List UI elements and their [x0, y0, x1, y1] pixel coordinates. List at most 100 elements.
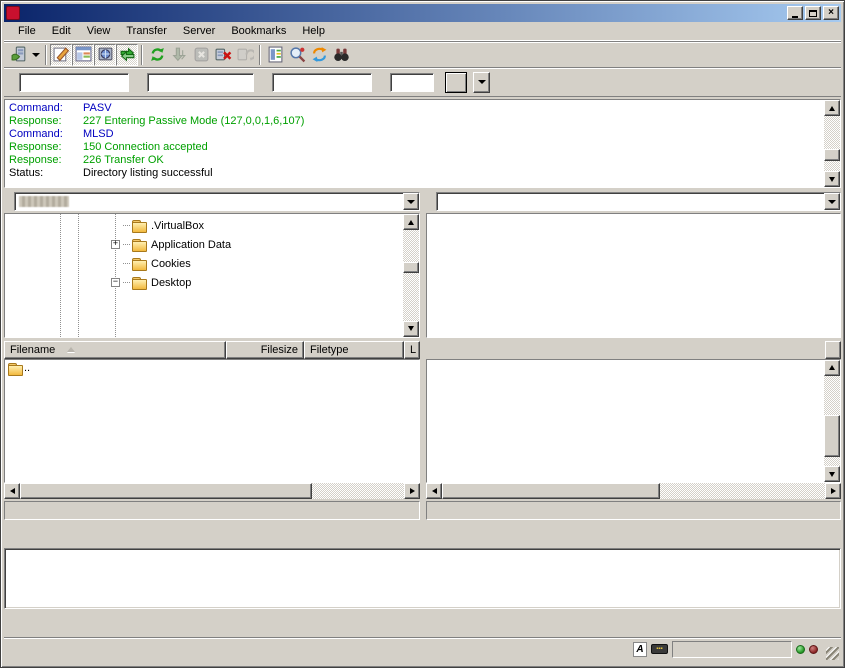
menu-item[interactable]: File — [10, 23, 44, 39]
toggle-remote-tree-button[interactable] — [94, 44, 116, 66]
directory-comparison-button[interactable] — [286, 44, 308, 66]
log-line-label: Response: — [9, 115, 83, 128]
scroll-down-button[interactable] — [824, 466, 840, 482]
tree-item[interactable]: Cookies — [5, 254, 403, 273]
column-header[interactable]: Filetype — [304, 341, 404, 359]
disconnect-button[interactable] — [212, 44, 234, 66]
scroll-up-button[interactable] — [824, 360, 840, 376]
scroll-right-button[interactable] — [404, 483, 420, 499]
column-header[interactable]: Filesize — [226, 341, 304, 359]
tree-item[interactable]: Desktop — [5, 273, 403, 292]
quickconnect-button[interactable] — [445, 72, 467, 93]
scrollbar-thumb[interactable] — [824, 415, 840, 457]
arrow-up-icon — [408, 220, 414, 225]
log-line-label: Response: — [9, 154, 83, 167]
toggle-message-log-button[interactable] — [50, 44, 72, 66]
scrollbar-thumb[interactable] — [824, 149, 840, 161]
scroll-down-button[interactable] — [403, 321, 419, 337]
cancel-button[interactable] — [190, 44, 212, 66]
scroll-left-button[interactable] — [4, 483, 20, 499]
tree-item[interactable]: Application Data — [5, 235, 403, 254]
arrow-down-icon — [829, 177, 835, 182]
scrollbar-thumb[interactable] — [20, 483, 312, 499]
remote-pane — [426, 191, 841, 520]
message-log-icon — [53, 46, 70, 63]
log-line-text: MLSD — [83, 128, 114, 141]
column-header[interactable]: Filename — [4, 341, 226, 359]
log-line: Command: MLSD — [9, 128, 824, 141]
chevron-down-icon — [32, 53, 40, 57]
remote-status-text — [426, 501, 841, 520]
scroll-down-button[interactable] — [824, 171, 840, 187]
toggle-queue-button[interactable] — [116, 44, 138, 66]
remote-list-hscrollbar[interactable] — [426, 483, 841, 499]
column-header[interactable]: L — [404, 341, 420, 359]
host-input[interactable] — [19, 73, 129, 92]
menubar: FileEditViewTransferServerBookmarksHelp — [4, 22, 841, 41]
queue-body — [4, 548, 841, 609]
minimize-button[interactable] — [787, 6, 803, 20]
log-line: Command: PASV — [9, 102, 824, 115]
tree-item-label: Application Data — [151, 239, 231, 251]
local-tree-scrollbar[interactable] — [403, 214, 419, 337]
local-list-hscrollbar[interactable] — [4, 483, 420, 499]
local-site-dropdown[interactable] — [403, 193, 419, 210]
username-input[interactable] — [147, 73, 254, 92]
scroll-up-button[interactable] — [403, 214, 419, 230]
tree-expander[interactable] — [111, 278, 120, 287]
menu-item[interactable]: Bookmarks — [223, 23, 294, 39]
tree-guide-line — [60, 214, 61, 337]
remote-site-combo[interactable] — [436, 192, 841, 211]
menu-item[interactable]: Transfer — [118, 23, 175, 39]
directory-listing-filter-button[interactable] — [264, 44, 286, 66]
menu-item[interactable]: Edit — [44, 23, 79, 39]
log-line: Response: 150 Connection accepted — [9, 141, 824, 154]
toggle-local-tree-button[interactable] — [72, 44, 94, 66]
log-line-label: Status: — [9, 167, 83, 180]
tree-expander[interactable] — [111, 240, 120, 249]
tree-connector — [123, 244, 130, 245]
port-input[interactable] — [390, 73, 434, 92]
comparison-icon — [289, 46, 306, 63]
scrollbar-thumb[interactable] — [442, 483, 660, 499]
refresh-button[interactable] — [146, 44, 168, 66]
scroll-up-button[interactable] — [824, 100, 840, 116]
site-manager-button[interactable] — [8, 44, 30, 66]
remote-list-scrollbar[interactable] — [824, 360, 840, 483]
maximize-button[interactable] — [805, 6, 821, 20]
tree-item[interactable]: .VirtualBox — [5, 216, 403, 235]
local-status-text — [4, 501, 420, 520]
scroll-right-button[interactable] — [825, 483, 841, 499]
synchronized-browsing-button[interactable] — [308, 44, 330, 66]
resize-grip-icon[interactable] — [826, 647, 839, 660]
speed-limit-icon[interactable]: ▪▪▪ — [651, 644, 668, 654]
site-manager-icon — [11, 46, 28, 63]
file-row[interactable]: .. — [5, 360, 419, 377]
tree-item-label: Desktop — [151, 277, 191, 289]
toolbar — [4, 41, 841, 67]
menu-item[interactable]: View — [79, 23, 119, 39]
scroll-left-button[interactable] — [426, 483, 442, 499]
process-queue-icon — [171, 46, 188, 63]
site-manager-dropdown[interactable] — [30, 44, 42, 66]
arrow-right-icon — [410, 488, 415, 494]
remote-site-dropdown[interactable] — [824, 193, 840, 210]
close-button[interactable]: × — [823, 6, 839, 20]
find-files-button[interactable] — [330, 44, 352, 66]
local-list-header: FilenameFilesizeFiletypeL — [4, 341, 420, 359]
scrollbar-thumb[interactable] — [403, 262, 419, 273]
arrow-left-icon — [432, 488, 437, 494]
local-site-combo[interactable] — [14, 192, 420, 211]
quickconnect-dropdown[interactable] — [473, 72, 490, 93]
transfer-type-icon[interactable]: A — [633, 642, 647, 657]
arrow-up-icon — [829, 365, 835, 370]
activity-led-red — [809, 645, 818, 654]
password-input[interactable] — [272, 73, 372, 92]
reconnect-button[interactable] — [234, 44, 256, 66]
log-scrollbar[interactable] — [824, 100, 840, 187]
menu-item[interactable]: Server — [175, 23, 223, 39]
local-directory-tree: .VirtualBox Application Data Cookies — [4, 213, 420, 338]
menu-item[interactable]: Help — [294, 23, 333, 39]
log-line-text: Directory listing successful — [83, 167, 213, 180]
process-queue-button[interactable] — [168, 44, 190, 66]
